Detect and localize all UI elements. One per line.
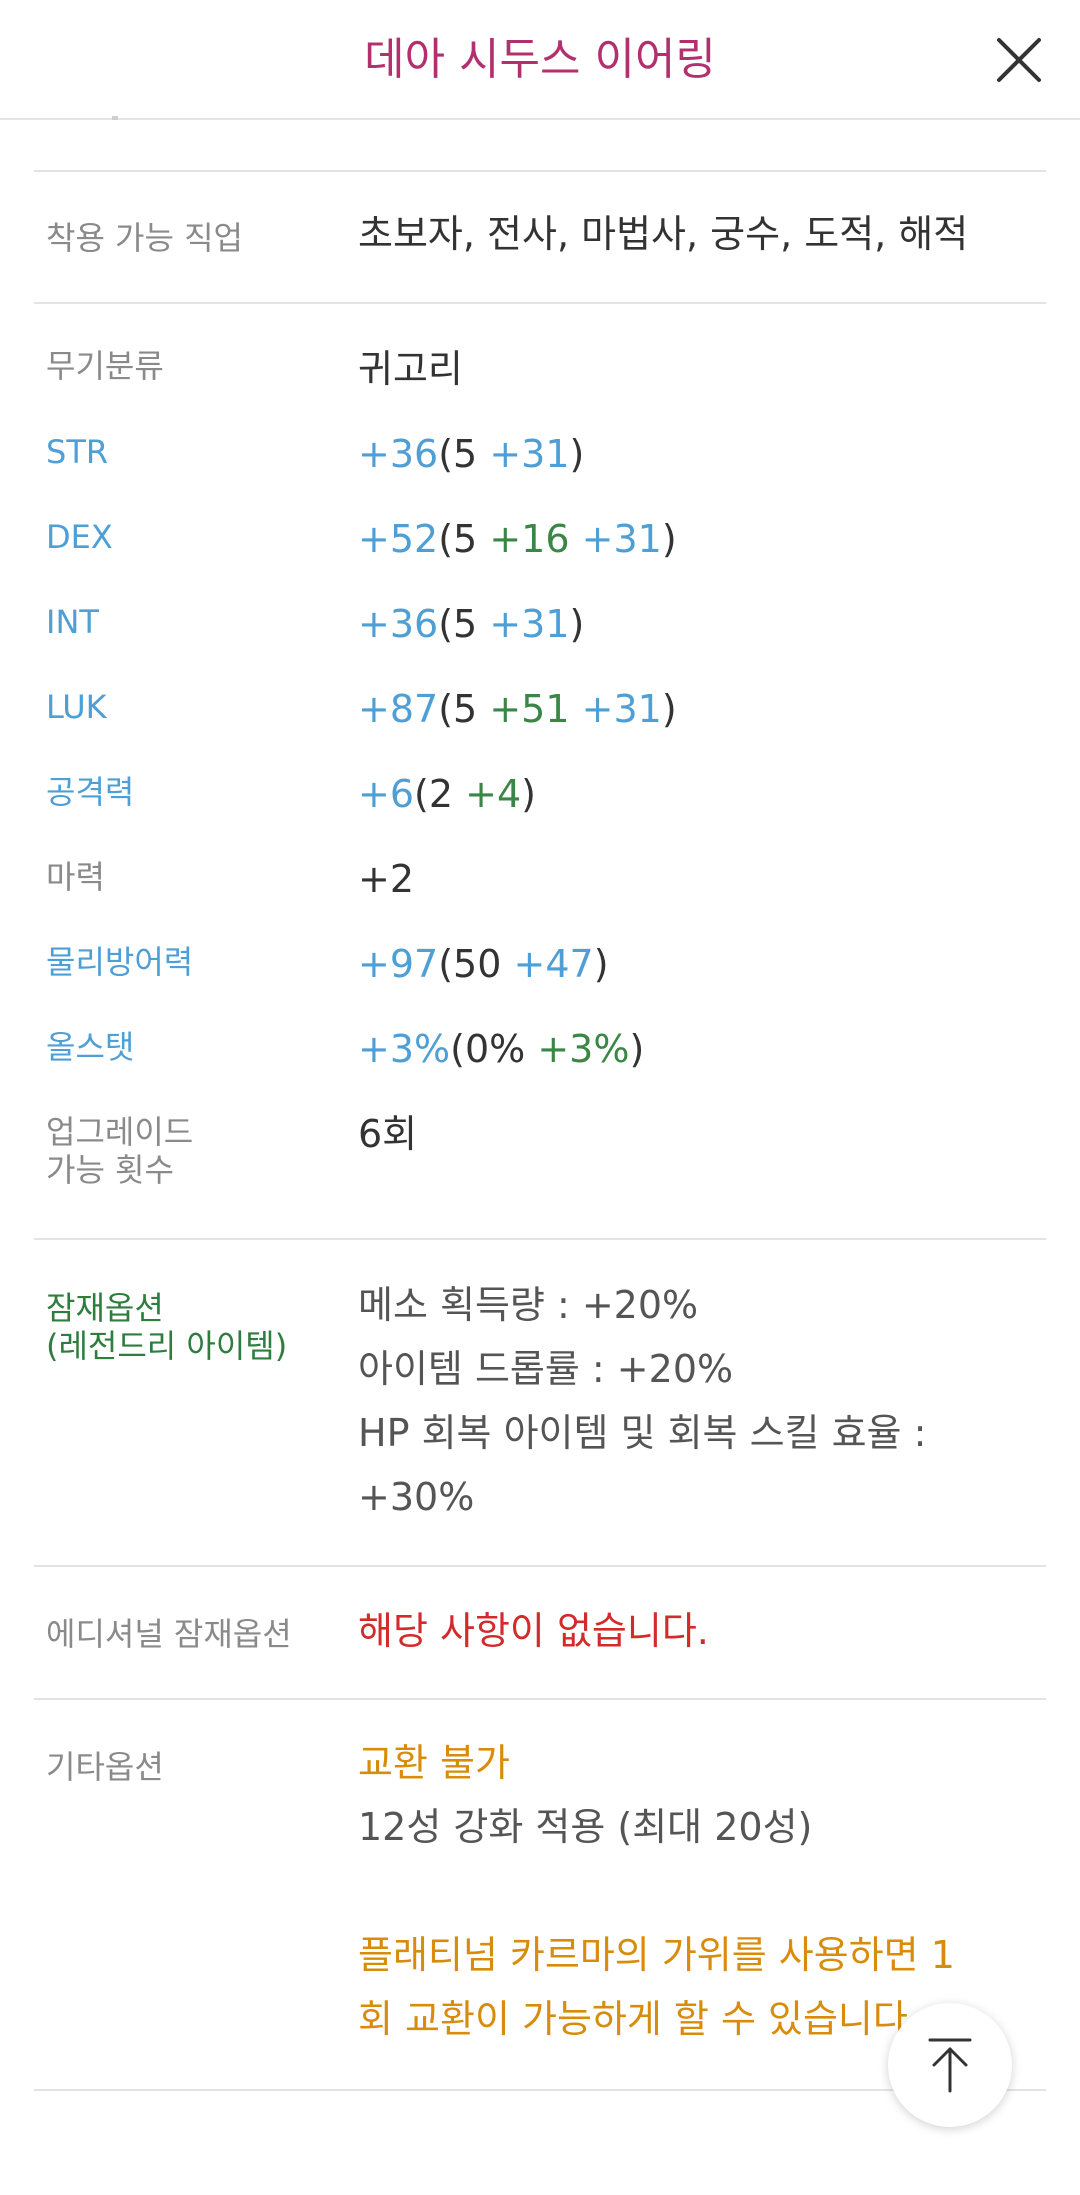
etc-label: 기타옵션 (46, 1748, 164, 1786)
attack-total: +6 (358, 772, 415, 816)
dex-value: +52(5 +16 +31) (358, 513, 677, 565)
paren-close: ) (569, 602, 585, 646)
divider (34, 170, 1046, 172)
potential-line: 메소 획득량 : +20% (358, 1283, 699, 1327)
additional-label: 에디셔널 잠재옵션 (46, 1615, 292, 1653)
paren-open: ( (438, 942, 454, 986)
potential-line: +30% (358, 1475, 475, 1519)
allstat-value: +3%(0% +3%) (358, 1023, 644, 1075)
paren-open: ( (438, 517, 454, 561)
potential-line: HP 회복 아이템 및 회복 스킬 효율 : (358, 1411, 927, 1455)
paren-close: ) (593, 942, 609, 986)
divider (34, 1238, 1046, 1240)
paren-open: ( (438, 602, 454, 646)
trade-status: 교환 불가 (358, 1741, 510, 1785)
scroll-top-button[interactable] (888, 2003, 1012, 2127)
defense-bonus-blue: +47 (513, 942, 594, 986)
arrow-up-icon (928, 2038, 972, 2093)
paren-close: ) (661, 687, 677, 731)
paren-close: ) (569, 432, 585, 476)
jobs-value: 초보자, 전사, 마법사, 궁수, 도적, 해적 (358, 212, 969, 256)
cutoff-remnant (112, 116, 118, 120)
int-value: +36(5 +31) (358, 598, 584, 650)
dex-base: 5 (453, 517, 478, 561)
paren-close: ) (661, 517, 677, 561)
paren-open: ( (414, 772, 429, 816)
paren-open: ( (438, 432, 454, 476)
allstat-base: 0% (464, 1027, 526, 1071)
paren-open: ( (450, 1027, 465, 1071)
star-force: 12성 강화 적용 (최대 20성) (358, 1805, 813, 1849)
luk-base: 5 (453, 687, 478, 731)
upgrade-label-line2: 가능 횟수 (46, 1151, 174, 1189)
close-icon (997, 38, 1041, 82)
luk-bonus-blue: +31 (581, 687, 662, 731)
potential-line: 아이템 드롭률 : +20% (358, 1347, 734, 1391)
dex-total: +52 (358, 517, 439, 561)
defense-total: +97 (358, 942, 439, 986)
attack-bonus-green: +4 (465, 772, 522, 816)
dex-label: DEX (46, 518, 113, 556)
int-bonus: +31 (489, 602, 570, 646)
str-bonus: +31 (489, 432, 570, 476)
weapon-type-value: 귀고리 (358, 347, 463, 391)
attack-value: +6(2 +4) (358, 768, 536, 820)
paren-close: ) (629, 1027, 645, 1071)
divider (34, 302, 1046, 304)
int-base: 5 (453, 602, 478, 646)
page-title: 데아 시두스 이어링 (364, 34, 716, 85)
allstat-bonus-green: +3% (537, 1027, 630, 1071)
luk-label: LUK (46, 688, 107, 726)
close-button[interactable] (985, 30, 1053, 90)
additional-value: 해당 사항이 없습니다. (358, 1609, 709, 1653)
str-value: +36(5 +31) (358, 428, 584, 480)
magic-value: +2 (358, 857, 415, 901)
int-total: +36 (358, 602, 439, 646)
karma-note-line1: 플래티넘 카르마의 가위를 사용하면 1 (358, 1933, 955, 1977)
luk-value: +87(5 +51 +31) (358, 683, 677, 735)
potential-label-line2: (레전드리 아이템) (46, 1327, 288, 1365)
str-total: +36 (358, 432, 439, 476)
defense-base: 50 (453, 942, 502, 986)
defense-label: 물리방어력 (46, 943, 194, 981)
divider (34, 1698, 1046, 1700)
allstat-total: +3% (358, 1027, 451, 1071)
upgrade-value: 6회 (358, 1112, 418, 1156)
attack-label: 공격력 (46, 773, 135, 811)
str-label: STR (46, 433, 109, 471)
luk-total: +87 (358, 687, 439, 731)
int-label: INT (46, 603, 99, 641)
dex-bonus-green: +16 (489, 517, 570, 561)
jobs-label: 착용 가능 직업 (46, 219, 243, 257)
magic-label: 마력 (46, 858, 105, 896)
luk-bonus-green: +51 (489, 687, 570, 731)
paren-open: ( (438, 687, 454, 731)
str-base: 5 (453, 432, 478, 476)
paren-close: ) (521, 772, 536, 816)
attack-base: 2 (428, 772, 454, 816)
divider (34, 1565, 1046, 1567)
allstat-label: 올스탯 (46, 1028, 135, 1066)
weapon-type-label: 무기분류 (46, 347, 164, 385)
dex-bonus-blue: +31 (581, 517, 662, 561)
karma-note-line2: 회 교환이 가능하게 할 수 있습니다. (358, 1997, 920, 2041)
defense-value: +97(50 +47) (358, 938, 609, 990)
header: 데아 시두스 이어링 (0, 0, 1080, 120)
